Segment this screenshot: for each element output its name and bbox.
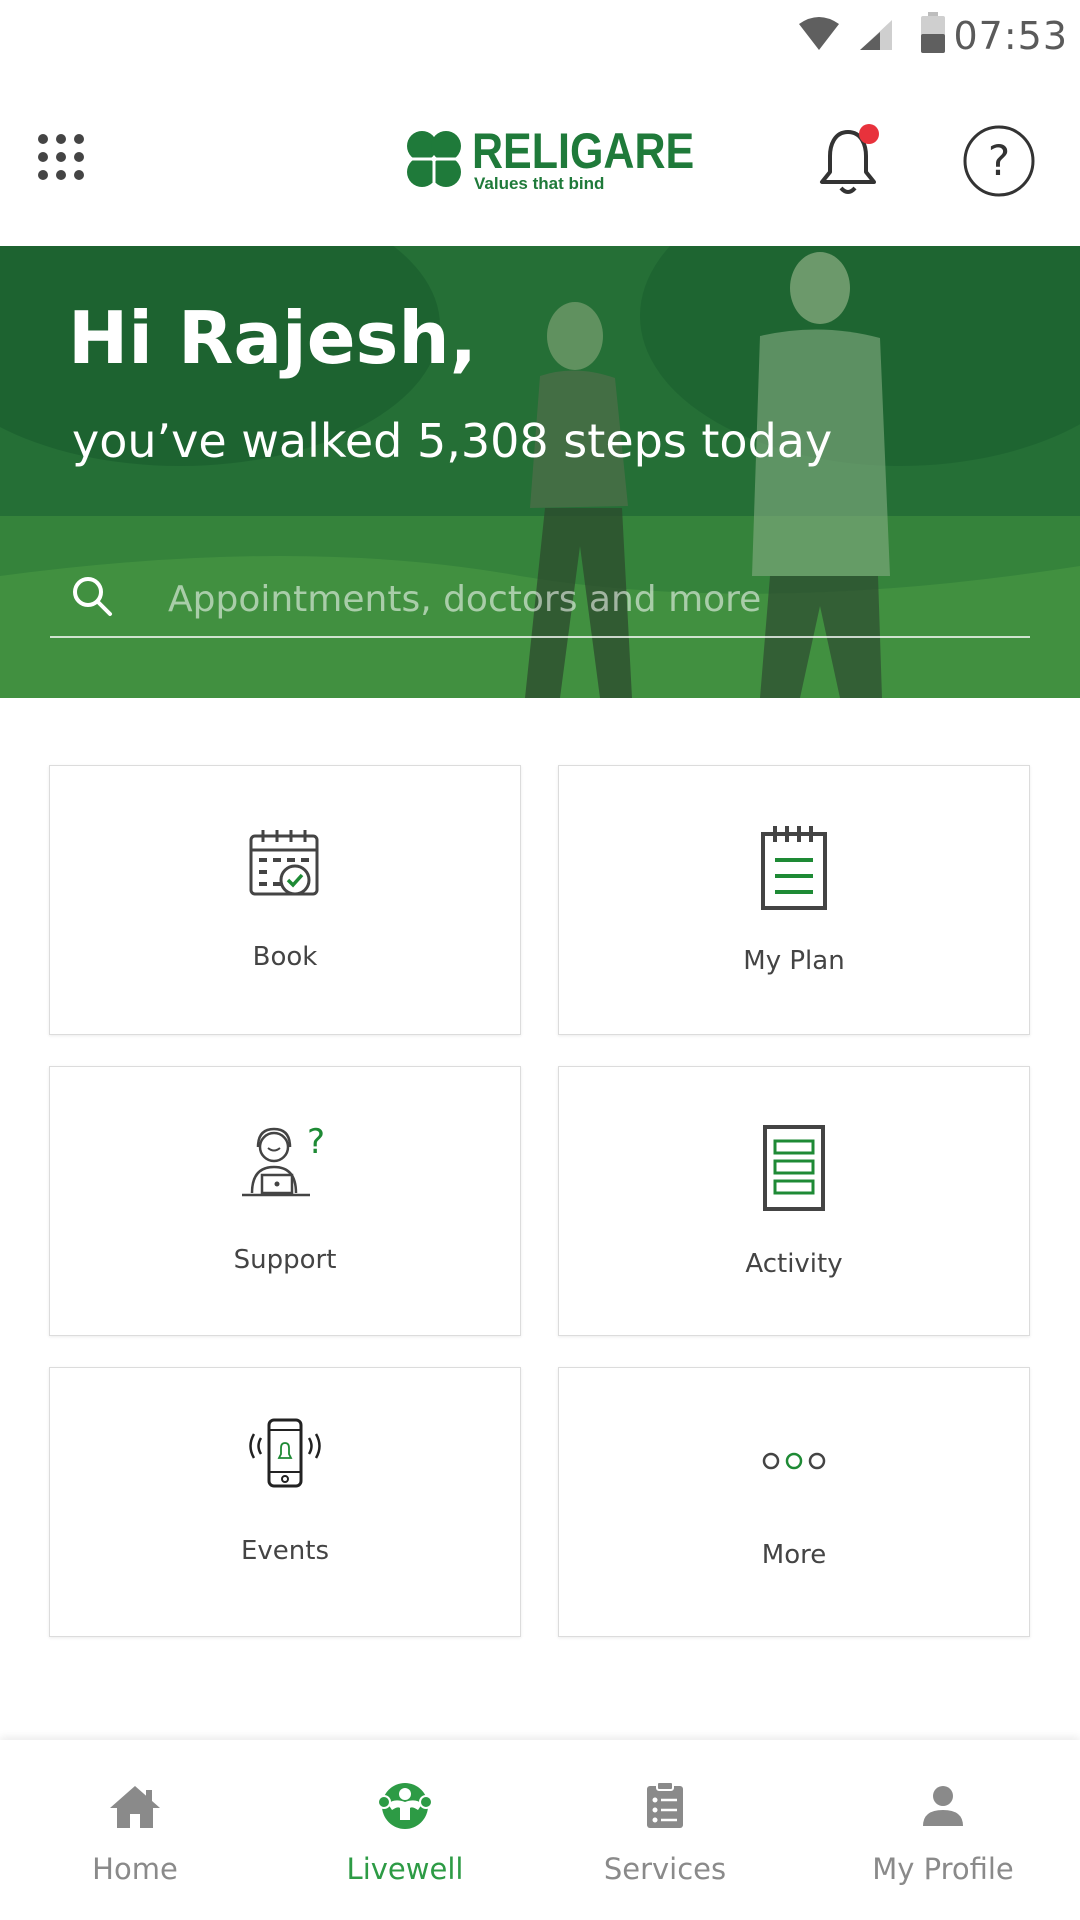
nav-services[interactable]: Services: [530, 1740, 800, 1920]
bell-icon: [820, 124, 879, 194]
hero-banner: Hi Rajesh, you’ve walked 5,308 steps tod…: [0, 246, 1080, 698]
nav-label: Livewell: [346, 1852, 464, 1886]
religare-logo: RELIGARE Values that bind: [400, 122, 694, 198]
tile-my-plan[interactable]: My Plan: [558, 765, 1030, 1035]
tile-activity[interactable]: Activity: [558, 1066, 1030, 1336]
tile-label: My Plan: [743, 946, 845, 976]
apps-grid-icon[interactable]: [36, 132, 86, 182]
search-bar[interactable]: [50, 566, 1030, 638]
tile-label: Book: [252, 942, 318, 972]
phone-notification-icon: [249, 1418, 321, 1488]
greeting-text: Hi Rajesh,: [68, 296, 478, 380]
bottom-navigation: Home Livewell Services My Profile: [0, 1740, 1080, 1920]
svg-text:?: ?: [988, 136, 1010, 185]
nav-my-profile[interactable]: My Profile: [808, 1740, 1078, 1920]
search-input[interactable]: [168, 566, 1018, 632]
notification-badge: [859, 124, 879, 144]
logo-name: RELIGARE: [472, 123, 695, 179]
status-time: 07:53: [953, 14, 1068, 58]
tile-more[interactable]: More: [558, 1367, 1030, 1637]
nav-livewell[interactable]: Livewell: [270, 1740, 540, 1920]
tile-events[interactable]: Events: [49, 1367, 521, 1637]
wifi-icon: [799, 17, 839, 50]
logo-tagline: Values that bind: [474, 174, 605, 193]
steps-text: you’ve walked 5,308 steps today: [72, 414, 833, 468]
status-bar: 07:53: [0, 0, 1080, 70]
tile-label: Support: [233, 1245, 337, 1275]
clover-logo-icon: [407, 131, 461, 192]
nav-label: Services: [603, 1852, 727, 1886]
tile-book[interactable]: Book: [49, 765, 521, 1035]
activity-list-icon: [763, 1125, 825, 1211]
app-header: RELIGARE Values that bind ?: [0, 70, 1080, 246]
support-agent-icon: ?: [242, 1123, 325, 1197]
search-icon: [73, 577, 112, 616]
tile-support[interactable]: ? Support: [49, 1066, 521, 1336]
tile-label: Events: [240, 1536, 330, 1566]
cell-signal-icon: [860, 20, 892, 50]
profile-icon: [923, 1786, 963, 1826]
livewell-icon: [377, 1783, 433, 1829]
more-dots-icon: [762, 1452, 826, 1470]
feature-tiles: Book My Plan ? Support Activity Events M…: [0, 698, 1080, 1738]
tile-label: Activity: [745, 1249, 843, 1279]
notification-button[interactable]: [814, 122, 884, 202]
home-icon: [110, 1786, 160, 1828]
notepad-icon: [761, 826, 827, 910]
nav-label: My Profile: [872, 1852, 1014, 1886]
battery-icon: [921, 12, 945, 53]
nav-home[interactable]: Home: [0, 1740, 270, 1920]
nav-label: Home: [92, 1852, 178, 1886]
calendar-check-icon: [249, 830, 319, 896]
help-button[interactable]: ?: [962, 124, 1036, 198]
svg-text:?: ?: [307, 1123, 325, 1162]
help-circle-icon: ?: [963, 125, 1035, 197]
services-icon: [647, 1781, 683, 1828]
tile-label: More: [761, 1540, 827, 1570]
